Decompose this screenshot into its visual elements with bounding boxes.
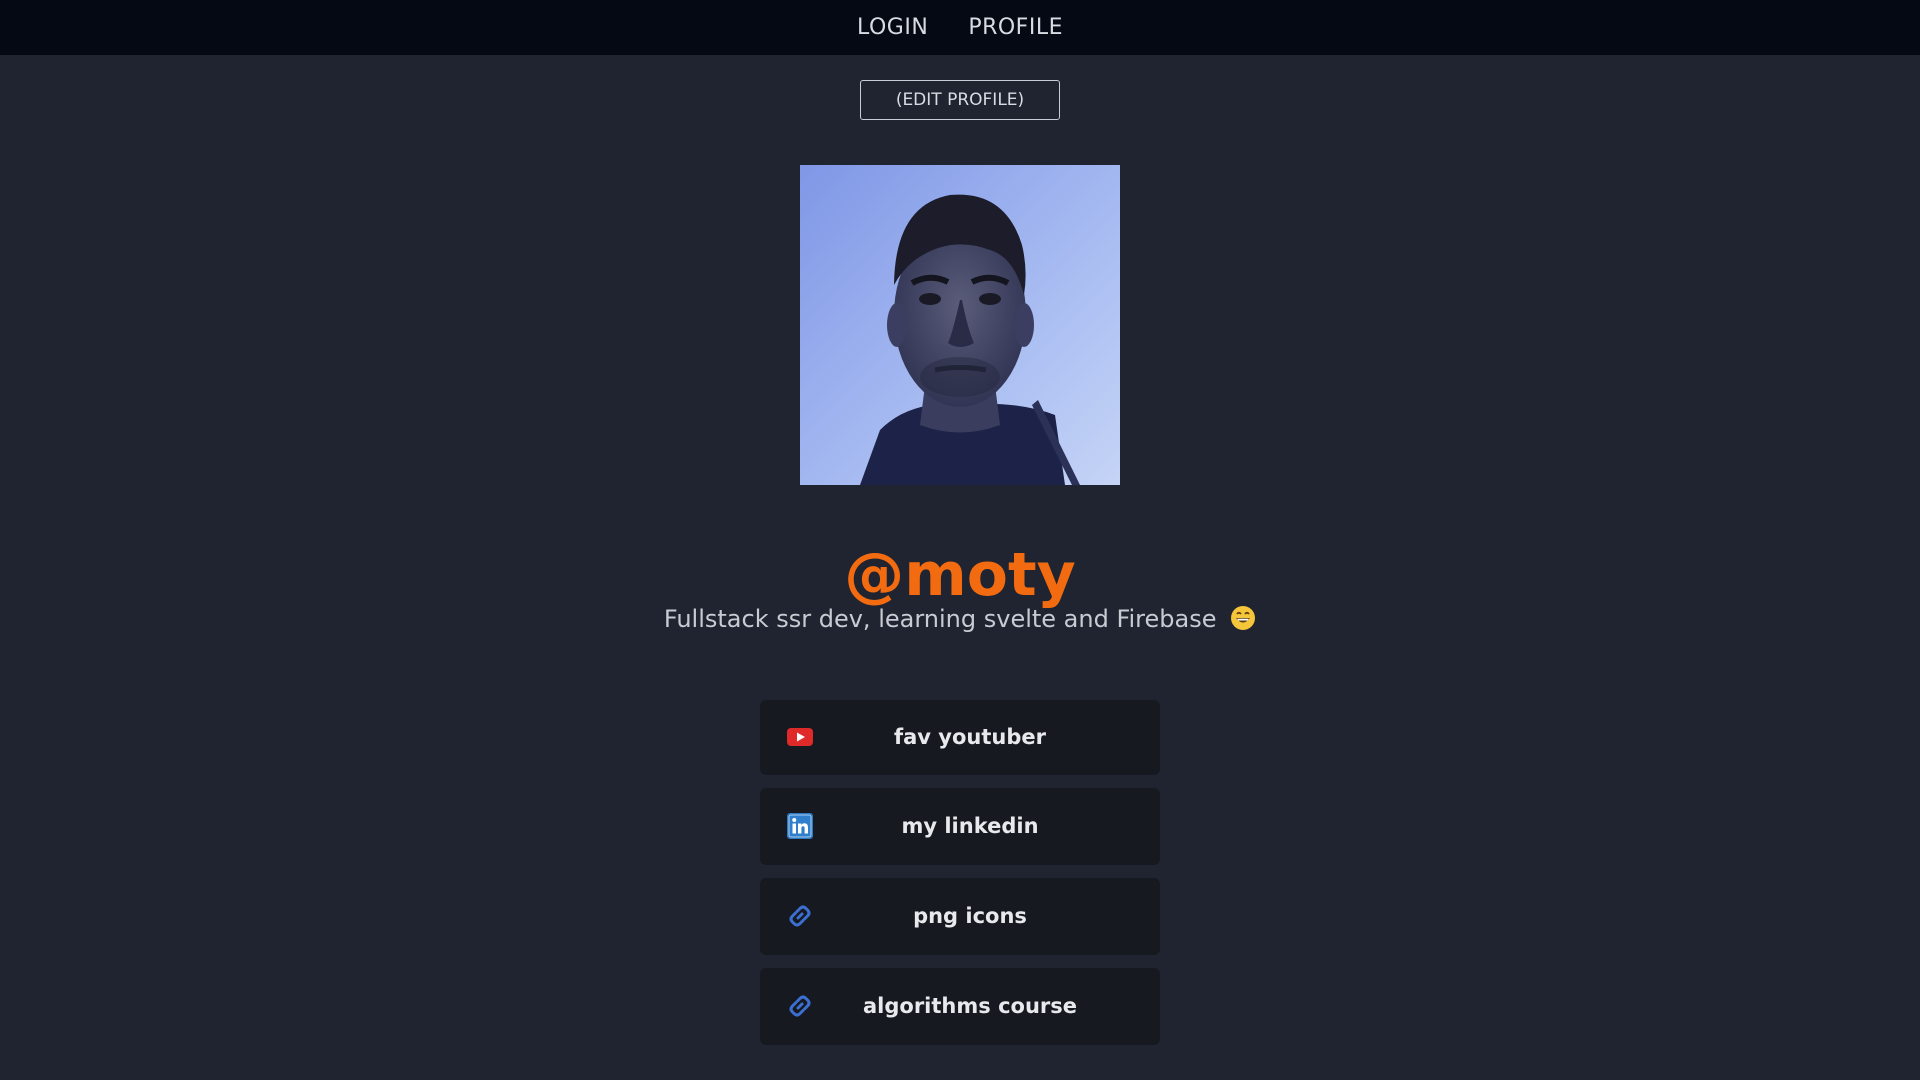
link-label: my linkedin (901, 814, 1039, 838)
avatar (800, 165, 1120, 485)
link-icon (786, 902, 814, 930)
username: @moty (844, 540, 1076, 610)
nav-profile-link[interactable]: PROFILE (968, 15, 1063, 40)
links-list: fav youtuber my linkedin png icons algor… (760, 700, 1160, 1058)
youtube-icon (786, 723, 814, 751)
bio-text: Fullstack ssr dev, learning svelte and F… (0, 605, 1920, 637)
top-navigation: LOGIN PROFILE (0, 0, 1920, 55)
link-card-my-linkedin[interactable]: my linkedin (760, 788, 1160, 864)
link-label: algorithms course (863, 994, 1077, 1018)
link-label: fav youtuber (894, 725, 1046, 749)
profile-photo (800, 165, 1120, 485)
linkedin-icon (786, 812, 814, 840)
bio-label: Fullstack ssr dev, learning svelte and F… (663, 605, 1217, 633)
edit-profile-button[interactable]: (EDIT PROFILE) (860, 80, 1060, 120)
link-icon (786, 992, 814, 1020)
link-card-algorithms-course[interactable]: algorithms course (760, 968, 1160, 1044)
link-label: png icons (913, 904, 1027, 928)
grinning-face-icon (1230, 605, 1256, 637)
link-card-png-icons[interactable]: png icons (760, 878, 1160, 954)
nav-login-link[interactable]: LOGIN (857, 15, 928, 40)
link-card-fav-youtuber[interactable]: fav youtuber (760, 700, 1160, 774)
